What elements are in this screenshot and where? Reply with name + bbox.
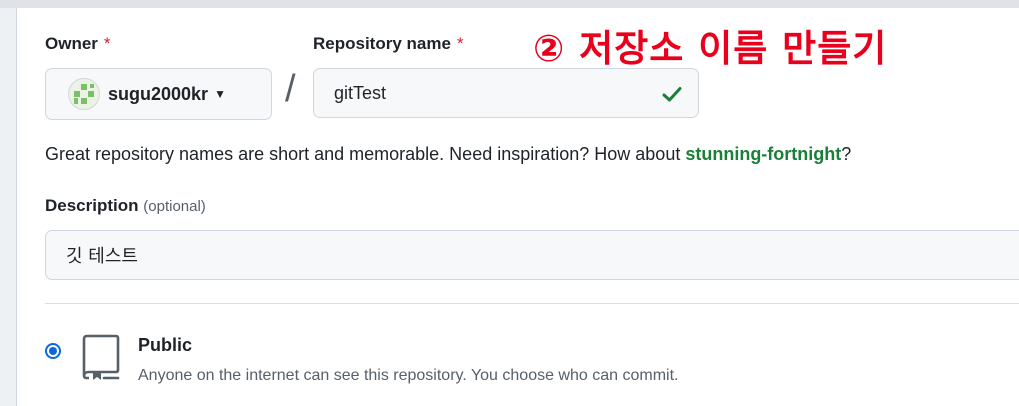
owner-repo-separator: / — [285, 68, 296, 110]
repository-name-label-text: Repository name — [313, 34, 451, 53]
name-suggestion-link[interactable]: stunning-fortnight — [685, 144, 841, 164]
owner-label-text: Owner — [45, 34, 98, 53]
description-label-text: Description — [45, 196, 139, 215]
owner-name: sugu2000kr — [108, 83, 209, 104]
repository-name-label: Repository name * — [313, 34, 464, 54]
repository-name-input[interactable]: gitTest — [313, 68, 699, 118]
description-label: Description (optional) — [45, 196, 206, 216]
visibility-public-label[interactable]: Public — [138, 335, 192, 356]
window-left-gap — [17, 8, 19, 406]
caret-down-icon: ▼ — [214, 87, 226, 101]
repository-name-value[interactable]: gitTest — [334, 83, 386, 104]
owner-required-mark: * — [103, 34, 111, 53]
section-divider — [45, 303, 1019, 304]
identicon-avatar — [68, 78, 100, 110]
visibility-public-description: Anyone on the internet can see this repo… — [138, 367, 679, 384]
repository-required-mark: * — [456, 34, 464, 53]
annotation-step-2: ② 저장소 이름 만들기 — [533, 27, 888, 70]
window-left-frame — [0, 8, 17, 406]
owner-label: Owner * — [45, 34, 111, 54]
name-hint-text: Great repository names are short and mem… — [45, 144, 686, 164]
window-top-frame — [0, 0, 1019, 8]
description-optional-note: (optional) — [143, 198, 206, 215]
visibility-public-radio[interactable] — [45, 343, 61, 359]
name-hint-suffix: ? — [841, 144, 852, 164]
owner-dropdown[interactable]: sugu2000kr ▼ — [45, 68, 272, 120]
name-hint: Great repository names are short and mem… — [45, 144, 851, 165]
description-input[interactable]: 깃 테스트 — [45, 230, 1019, 280]
description-value[interactable]: 깃 테스트 — [66, 242, 138, 268]
check-icon — [662, 87, 682, 102]
repo-icon — [82, 334, 120, 380]
